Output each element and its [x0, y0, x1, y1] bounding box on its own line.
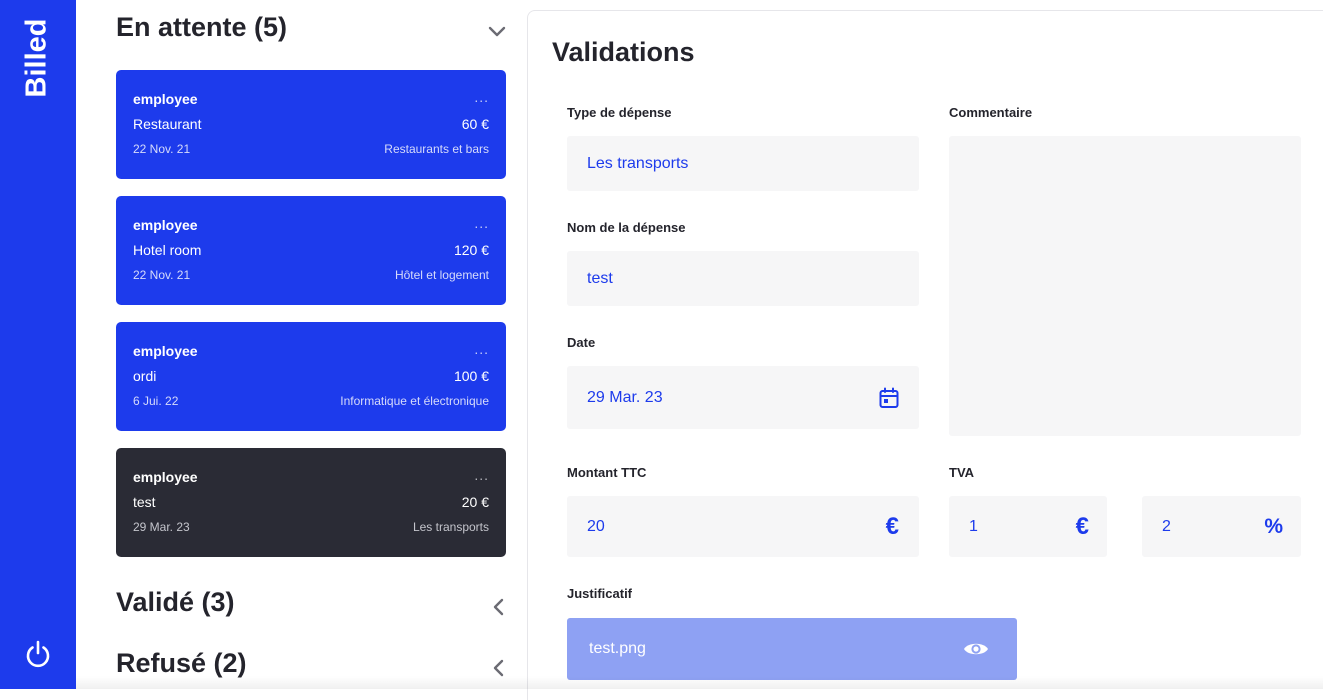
bill-employee: employee	[133, 217, 198, 233]
bill-name: Hotel room	[133, 242, 202, 258]
sidebar: Billed	[0, 0, 76, 689]
comment-label: Commentaire	[949, 105, 1033, 120]
eye-icon[interactable]	[963, 640, 989, 658]
bill-amount: 20 €	[461, 494, 489, 510]
bill-amount: 100 €	[453, 368, 489, 384]
brand-logo: Billed	[14, 18, 60, 98]
panel-title: Validations	[552, 37, 695, 67]
bill-type: Hôtel et logement	[394, 268, 489, 282]
bill-employee: employee	[133, 91, 198, 107]
amount-field[interactable]: 20 €	[567, 496, 919, 557]
section-title-validated: Validé (3)	[116, 587, 235, 617]
amount-label: Montant TTC	[567, 465, 647, 480]
expense-type-label: Type de dépense	[567, 105, 672, 120]
bills-column: En attente (5) employee ... Restaurant 6…	[76, 0, 527, 689]
bill-employee: employee	[133, 343, 198, 359]
comment-textarea[interactable]	[949, 136, 1301, 436]
tva-amount-field[interactable]: 1 €	[949, 496, 1107, 557]
chevron-left-icon[interactable]	[488, 596, 510, 618]
bill-type: Les transports	[412, 520, 489, 534]
bill-dots: ...	[474, 467, 489, 483]
brand-name: Billed	[20, 18, 53, 98]
file-preview[interactable]: test.png	[567, 618, 1017, 680]
tva-amount-value: 1	[969, 517, 978, 535]
expense-type-value: Les transports	[587, 154, 689, 172]
bill-card[interactable]: employee ... ordi 100 € 6 Jui. 22 Inform…	[116, 322, 506, 431]
bill-date: 6 Jui. 22	[133, 394, 179, 408]
bill-amount: 120 €	[453, 242, 489, 258]
euro-icon: €	[885, 512, 899, 540]
calendar-icon[interactable]	[879, 387, 899, 409]
tva-percent-field[interactable]: 2 %	[1142, 496, 1301, 557]
file-name: test.png	[589, 640, 646, 657]
bill-card-selected[interactable]: employee ... test 20 € 29 Mar. 23 Les tr…	[116, 448, 506, 557]
tva-percent-value: 2	[1162, 517, 1171, 535]
tva-label: TVA	[949, 465, 975, 480]
bill-employee: employee	[133, 469, 198, 485]
bill-date: 29 Mar. 23	[133, 520, 190, 534]
expense-name-value: test	[587, 269, 613, 287]
bill-card[interactable]: employee ... Restaurant 60 € 22 Nov. 21 …	[116, 70, 506, 179]
bill-date: 22 Nov. 21	[133, 268, 191, 282]
bill-dots: ...	[474, 89, 489, 105]
power-icon[interactable]	[22, 638, 54, 670]
date-field[interactable]: 29 Mar. 23	[567, 366, 919, 429]
expense-name-field[interactable]: test	[567, 251, 919, 306]
expense-name-label: Nom de la dépense	[567, 220, 686, 235]
bill-type: Restaurants et bars	[384, 142, 489, 156]
amount-value: 20	[587, 517, 605, 535]
bill-date: 22 Nov. 21	[133, 142, 191, 156]
bill-dots: ...	[474, 341, 489, 357]
bill-card[interactable]: employee ... Hotel room 120 € 22 Nov. 21…	[116, 196, 506, 305]
bill-name: test	[133, 494, 156, 510]
bill-type: Informatique et électronique	[340, 394, 489, 408]
chevron-left-icon[interactable]	[488, 657, 510, 679]
file-label: Justificatif	[567, 586, 633, 601]
section-title-pending: En attente (5)	[116, 12, 288, 42]
chevron-down-icon[interactable]	[486, 20, 508, 42]
validation-panel: Validations Type de dépense Les transpor…	[527, 10, 1323, 700]
bill-name: ordi	[133, 368, 157, 384]
euro-icon: €	[1075, 512, 1089, 540]
bill-amount: 60 €	[461, 116, 489, 132]
expense-type-field[interactable]: Les transports	[567, 136, 919, 191]
bill-dots: ...	[474, 215, 489, 231]
section-title-refused: Refusé (2)	[116, 648, 247, 678]
percent-icon: %	[1264, 514, 1283, 538]
bill-name: Restaurant	[133, 116, 202, 132]
date-label: Date	[567, 335, 596, 350]
date-value: 29 Mar. 23	[587, 388, 663, 406]
